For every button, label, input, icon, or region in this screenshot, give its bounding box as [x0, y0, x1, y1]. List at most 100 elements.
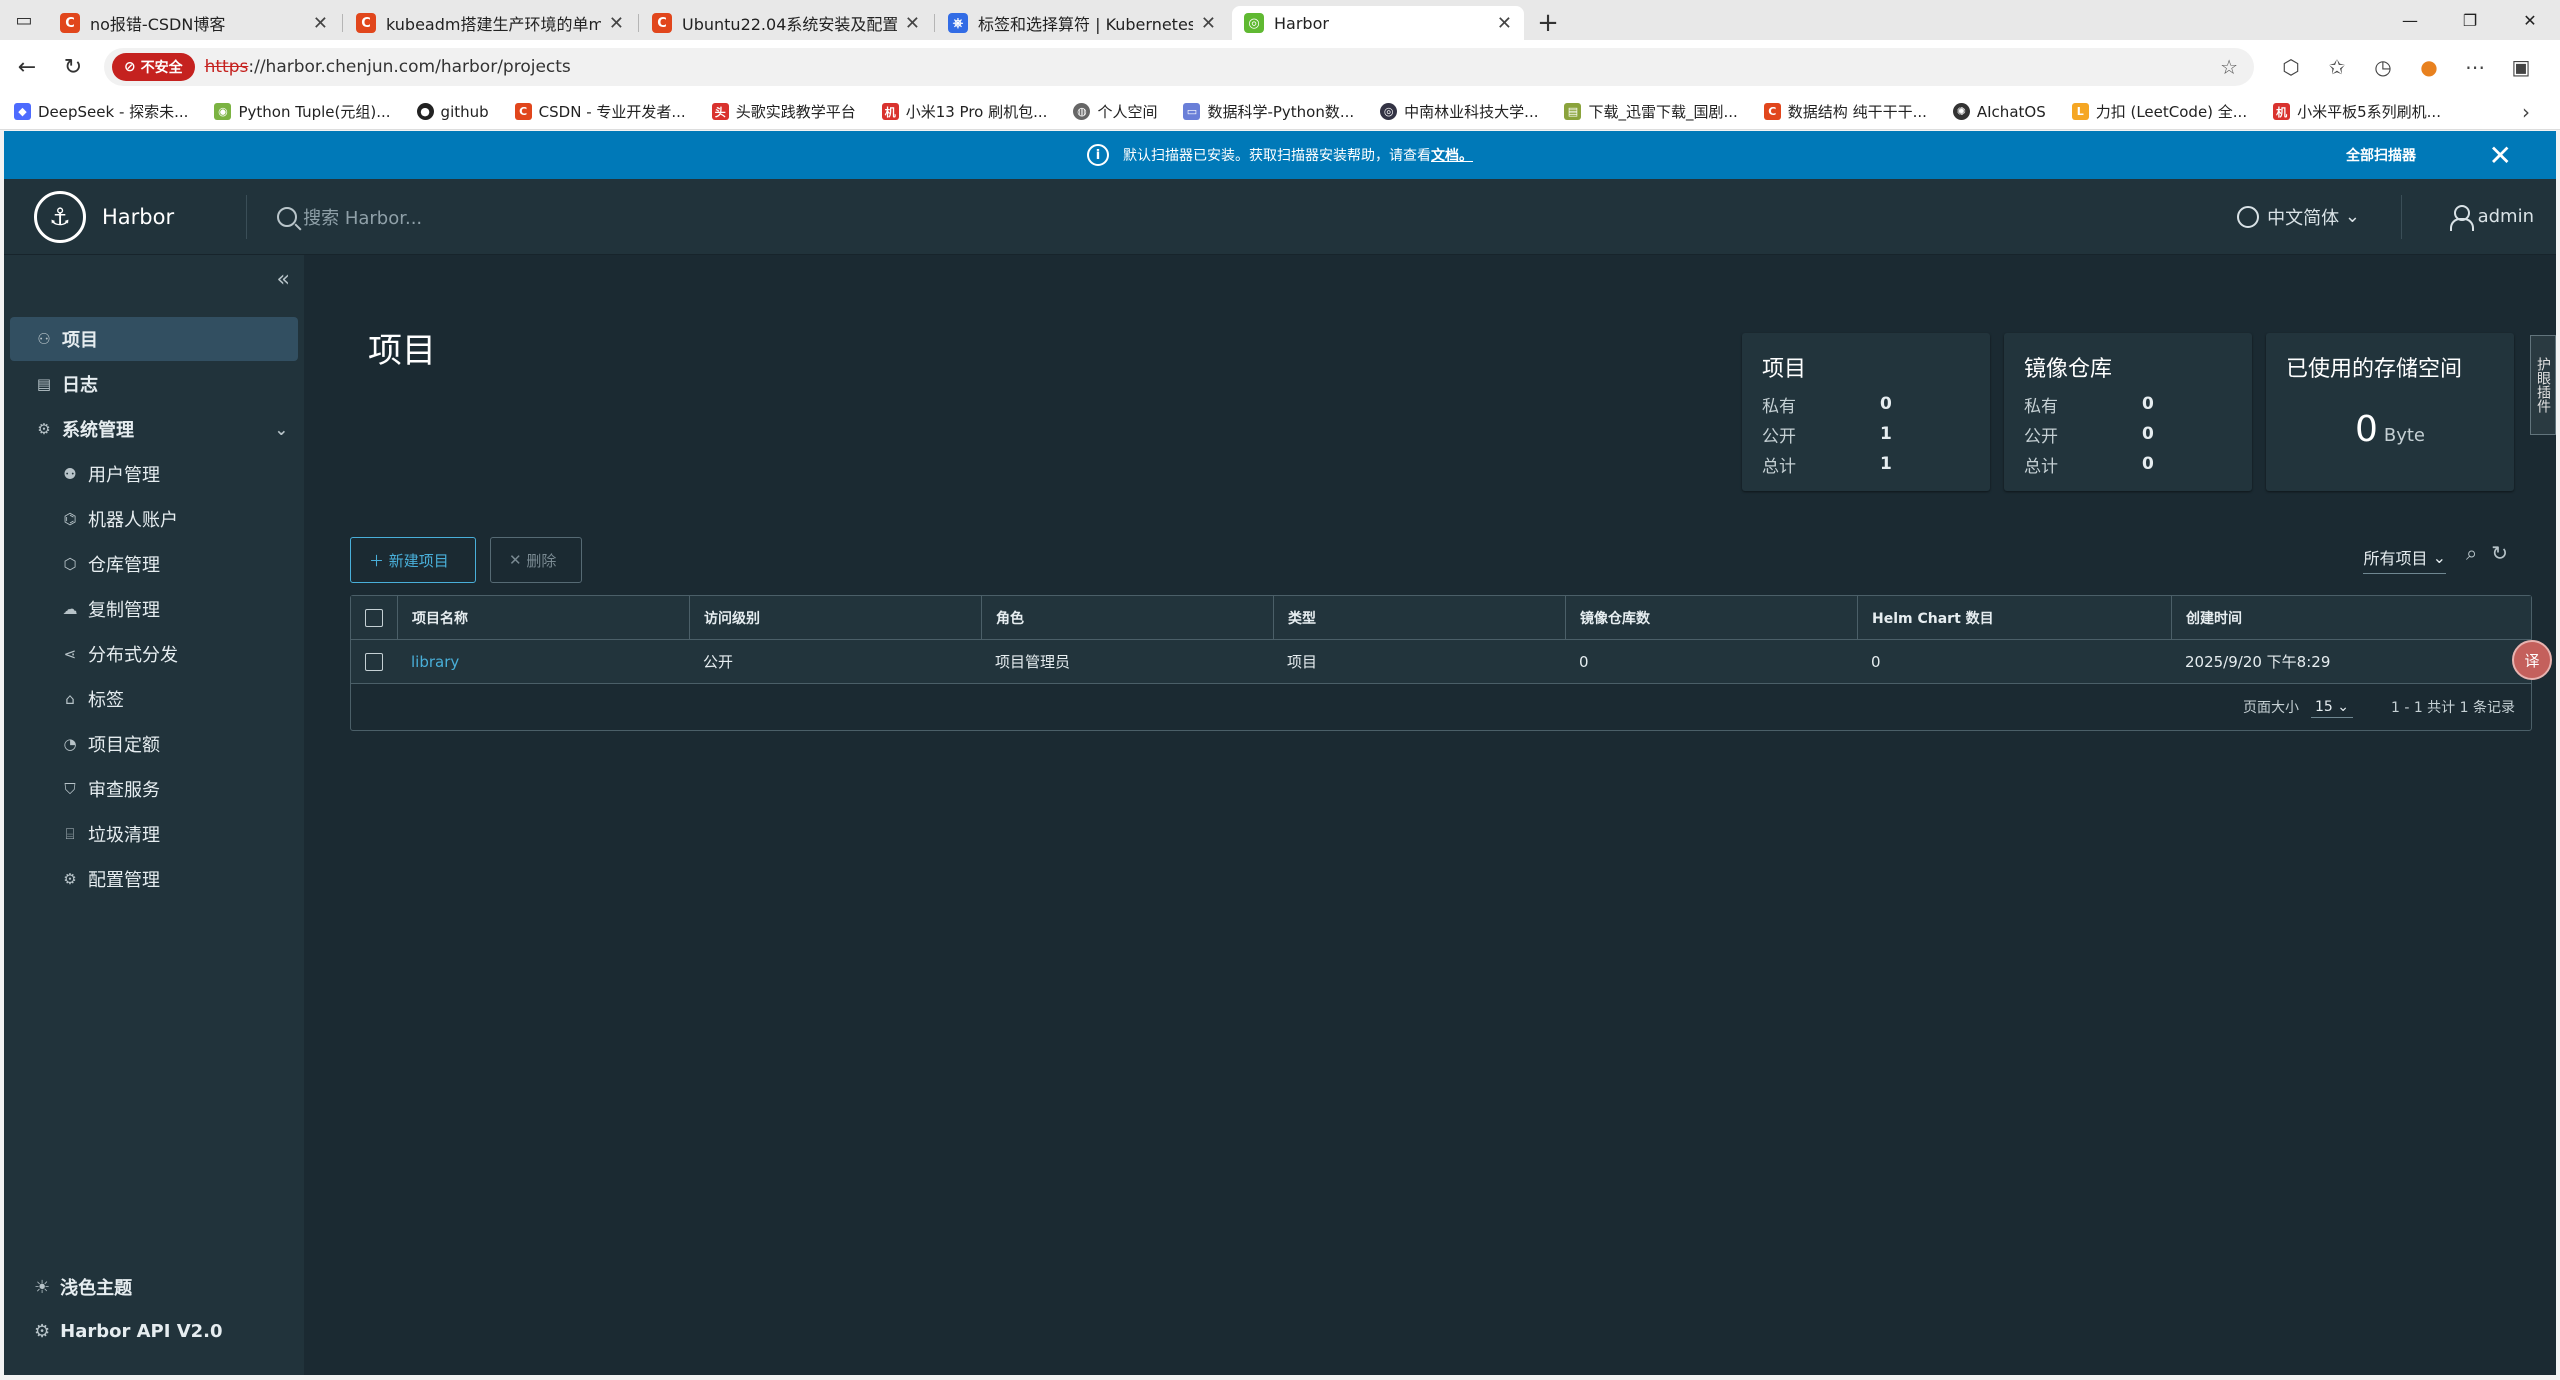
bookmarks-overflow-icon[interactable]: ›	[2522, 100, 2530, 124]
bookmark-item[interactable]: 头头歌实践教学平台	[711, 101, 856, 122]
favorite-star-icon[interactable]: ☆	[2220, 55, 2238, 79]
sidebar-item-quotas[interactable]: ◔ 项目定额	[4, 722, 304, 766]
browser-tab[interactable]: C kubeadm搭建生产环境的单maste ✕	[344, 6, 639, 40]
bookmark-item[interactable]: ◉ Python Tuple(元组)...	[214, 101, 391, 122]
banner-close-icon[interactable]: ✕	[2489, 139, 2512, 172]
bookmark-item[interactable]: ▭ 数据科学-Python数...	[1183, 101, 1354, 122]
close-tab-icon[interactable]: ✕	[609, 13, 624, 34]
column-header[interactable]: 镜像仓库数	[1565, 596, 1857, 639]
language-switcher[interactable]: 中文简体 ⌄	[2237, 204, 2360, 230]
restore-icon[interactable]: ❐	[2440, 0, 2500, 40]
gear-icon: ⚙	[63, 870, 77, 888]
main-content: 项目 项目 私有 0 公开 1 总计 1 镜像仓库 私有 0 公开 0 总计 0 已使用的存…	[304, 255, 2556, 1375]
all-scanners-link[interactable]: 全部扫描器	[2346, 145, 2416, 165]
sidebar-toggle-icon[interactable]: ▣	[2498, 55, 2544, 79]
extension-fox-icon[interactable]: ●	[2406, 55, 2452, 79]
bookmark-item[interactable]: C CSDN - 专业开发者...	[514, 101, 686, 122]
collapse-sidebar-icon[interactable]: «	[277, 267, 290, 292]
csdn-icon: C	[1763, 103, 1781, 120]
page-size-select[interactable]: 15 ⌄	[2310, 697, 2353, 718]
brand-name[interactable]: Harbor	[102, 205, 174, 229]
browser-tab[interactable]: ⎈ 标签和选择算符 | Kubernetes ✕	[936, 6, 1228, 40]
theme-toggle[interactable]: ☀ 浅色主题	[34, 1265, 223, 1309]
sidebar-item-robot-accounts[interactable]: ⌬ 机器人账户	[4, 497, 304, 541]
browser-tab-active[interactable]: ◎ Harbor ✕	[1232, 6, 1524, 40]
sidebar-item-distribution[interactable]: ⋖ 分布式分发	[4, 632, 304, 676]
sidebar-item-config[interactable]: ⚙ 配置管理	[4, 857, 304, 901]
sun-icon: ☀	[34, 1276, 51, 1298]
column-header[interactable]: 创建时间	[2171, 596, 2531, 639]
column-header[interactable]: Helm Chart 数目	[1857, 596, 2171, 639]
bookmark-item[interactable]: ◆ DeepSeek - 探索未...	[14, 101, 188, 122]
history-icon[interactable]: ◷	[2360, 55, 2406, 79]
sidebar-item-admin[interactable]: ⚙ 系统管理 ⌄	[4, 407, 304, 451]
new-project-button[interactable]: ＋ 新建项目	[350, 537, 476, 583]
back-icon[interactable]: ←	[4, 44, 50, 90]
sidebar-item-labels[interactable]: ⌂ 标签	[4, 677, 304, 721]
bookmark-item[interactable]: 机小米13 Pro 刷机包...	[881, 101, 1047, 122]
column-header[interactable]: 类型	[1273, 596, 1565, 639]
bookmark-item[interactable]: ◎ 中南林业科技大学...	[1380, 101, 1538, 122]
search-input[interactable]: 搜索 Harbor...	[303, 204, 422, 230]
column-header[interactable]: 项目名称	[397, 596, 689, 639]
row-checkbox[interactable]	[365, 652, 383, 671]
user-icon	[2449, 204, 2474, 231]
sidebar-item-registries[interactable]: ⬡ 仓库管理	[4, 542, 304, 586]
bookmark-item[interactable]: C 数据结构 纯干干干...	[1763, 101, 1927, 122]
sidebar-item-gc[interactable]: ⌸ 垃圾清理	[4, 812, 304, 856]
extensions-icon[interactable]: ⬡	[2268, 55, 2314, 79]
sidebar-item-users[interactable]: ⚉ 用户管理	[4, 452, 304, 496]
sidebar-item-logs[interactable]: ▤ 日志	[4, 362, 304, 406]
sidebar-item-projects[interactable]: ⚇ 项目	[10, 317, 298, 361]
sidebar-item-interrogation[interactable]: ⛉ 审查服务	[4, 767, 304, 811]
bookmark-item[interactable]: ▤ 下载_迅雷下载_国剧...	[1564, 101, 1738, 122]
close-tab-icon[interactable]: ✕	[313, 13, 328, 34]
bookmark-item[interactable]: ● github	[416, 103, 489, 121]
minimize-icon[interactable]: —	[2380, 0, 2440, 40]
user-menu[interactable]: admin	[2449, 204, 2534, 231]
window-close-icon[interactable]: ✕	[2500, 0, 2560, 40]
more-menu-icon[interactable]: ⋯	[2452, 55, 2498, 79]
browser-tab[interactable]: C Ubuntu22.04系统安装及配置_ubu ✕	[640, 6, 935, 40]
reload-icon[interactable]: ↻	[50, 44, 96, 90]
new-tab-button[interactable]: +	[1528, 6, 1568, 40]
harbor-favicon-icon: ◎	[1244, 13, 1264, 33]
bookmark-item[interactable]: ◍ 个人空间	[1073, 101, 1157, 122]
table-row: library 公开 项目管理员 项目 0 0 2025/9/20 下午8:29	[351, 640, 2531, 684]
close-tab-icon[interactable]: ✕	[905, 13, 920, 34]
banner-text: 默认扫描器已安装。获取扫描器安装帮助，请查看	[1123, 148, 1431, 164]
browser-tab[interactable]: C no报错-CSDN博客 ✕	[48, 6, 343, 40]
column-header[interactable]: 访问级别	[689, 596, 981, 639]
api-explorer-link[interactable]: ⚙ Harbor API V2.0	[34, 1309, 223, 1353]
favorites-icon[interactable]: ✩	[2314, 55, 2360, 79]
page-title: 项目	[368, 331, 436, 371]
quota-icon: ◔	[63, 735, 77, 753]
globe-icon: ◍	[1073, 103, 1091, 120]
project-name-link[interactable]: library	[411, 653, 459, 671]
banner-doc-link[interactable]: 文档。	[1431, 145, 1473, 165]
project-filter-select[interactable]: 所有项目 ⌄	[2363, 545, 2446, 574]
global-search[interactable]: 搜索 Harbor...	[277, 204, 422, 230]
not-secure-badge[interactable]: ⊘ 不安全	[112, 53, 195, 81]
close-tab-icon[interactable]: ✕	[1497, 13, 1512, 34]
tab-title: Ubuntu22.04系统安装及配置_ubu	[682, 15, 897, 34]
url-field[interactable]: ⊘ 不安全 https://harbor.chenjun.com/harbor/…	[104, 48, 2254, 86]
tab-actions-icon[interactable]: ▭	[0, 0, 48, 40]
chevron-down-icon: ⌄	[274, 419, 288, 439]
table-cell: 项目管理员	[995, 653, 1071, 671]
column-header[interactable]: 角色	[981, 596, 1273, 639]
delete-button[interactable]: ✕ 删除	[490, 537, 582, 583]
harbor-logo-icon[interactable]: ⚓	[34, 190, 86, 243]
refresh-icon[interactable]: ↻	[2491, 541, 2508, 565]
browser-tab-bar: ▭ C no报错-CSDN博客 ✕ C kubeadm搭建生产环境的单maste…	[0, 0, 2560, 40]
sidebar-item-replications[interactable]: ☁ 复制管理	[4, 587, 304, 631]
bookmark-item[interactable]: 机小米平板5系列刷机...	[2273, 101, 2441, 122]
bookmark-item[interactable]: ✺ AIchatOS	[1952, 103, 2046, 121]
tab-title: kubeadm搭建生产环境的单maste	[386, 15, 601, 34]
translate-widget-icon[interactable]: 译	[2512, 640, 2552, 680]
select-all-checkbox[interactable]	[365, 608, 383, 627]
search-icon[interactable]: ⌕	[2466, 541, 2477, 565]
shield-icon: ⛉	[64, 780, 76, 798]
close-tab-icon[interactable]: ✕	[1201, 13, 1216, 34]
bookmark-item[interactable]: L 力扣 (LeetCode) 全...	[2071, 101, 2247, 122]
